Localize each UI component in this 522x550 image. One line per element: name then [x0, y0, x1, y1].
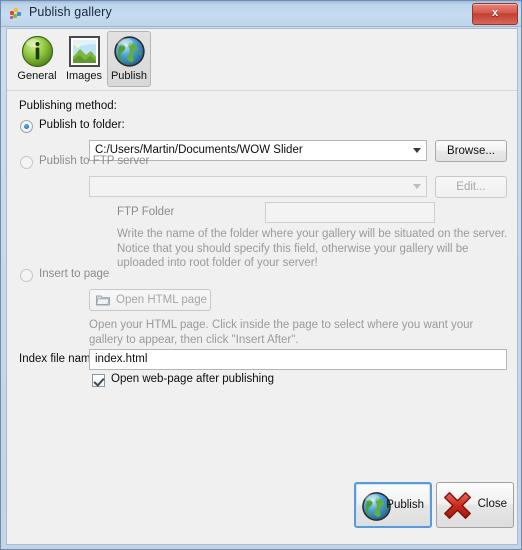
close-button-label: Close [477, 498, 507, 510]
radio-publish-to-folder-label: Publish to folder: [39, 119, 125, 131]
open-webpage-after-publishing-label: Open web-page after publishing [111, 373, 275, 385]
open-html-page-button[interactable]: Open HTML page [89, 289, 211, 311]
ftp-folder-input[interactable] [265, 202, 435, 223]
title-bar: Publish gallery x [1, 1, 521, 27]
open-html-page-label: Open HTML page [116, 294, 207, 306]
radio-insert-to-page[interactable] [20, 269, 33, 282]
ftp-server-chevron-down-icon[interactable] [413, 184, 421, 189]
radio-publish-to-folder[interactable] [20, 120, 33, 133]
radio-publish-to-ftp-label: Publish to FTP server [39, 155, 150, 167]
insert-help-text: Open your HTML page. Click inside the pa… [89, 319, 474, 346]
globe-icon [112, 34, 147, 69]
tab-images[interactable]: Images [62, 31, 106, 87]
tab-images-label: Images [65, 70, 103, 82]
radio-publish-to-ftp[interactable] [20, 156, 33, 169]
publish-gallery-window: Publish gallery x General Images Publish… [0, 0, 522, 550]
tab-toolbar: General Images Publish [7, 29, 517, 91]
publish-button-label: Publish [386, 499, 424, 511]
landscape-image-icon [67, 34, 102, 69]
ftp-edit-button[interactable]: Edit... [435, 176, 507, 198]
red-x-icon [441, 489, 474, 522]
tab-general-label: General [17, 70, 57, 82]
folder-icon [96, 294, 110, 306]
open-webpage-after-publishing-checkbox[interactable] [92, 374, 105, 387]
folder-path-chevron-down-icon[interactable] [413, 148, 421, 153]
tab-publish[interactable]: Publish [107, 31, 151, 87]
colorful-squares-icon [9, 7, 23, 21]
tab-general[interactable]: General [15, 31, 59, 87]
info-globe-icon [20, 34, 55, 69]
ftp-help-text: Write the name of the folder where your … [117, 228, 508, 269]
index-file-name-input[interactable]: index.html [89, 349, 507, 370]
close-button[interactable]: Close [436, 482, 514, 528]
close-icon: x [491, 7, 499, 19]
close-window-button[interactable]: x [472, 3, 518, 25]
publish-button[interactable]: Publish [354, 482, 432, 528]
radio-insert-to-page-label: Insert to page [39, 268, 110, 280]
tab-publish-label: Publish [110, 70, 148, 82]
browse-button[interactable]: Browse... [435, 140, 507, 162]
index-file-name-label: Index file name [19, 353, 97, 365]
publish-panel: Publishing method: Publish to folder: C:… [7, 91, 517, 544]
ftp-folder-label: FTP Folder [117, 206, 175, 218]
window-title: Publish gallery [29, 5, 112, 19]
publishing-method-label: Publishing method: [19, 100, 117, 112]
client-area: General Images Publish Publishing method… [6, 28, 518, 545]
ftp-server-combobox[interactable] [89, 176, 427, 197]
